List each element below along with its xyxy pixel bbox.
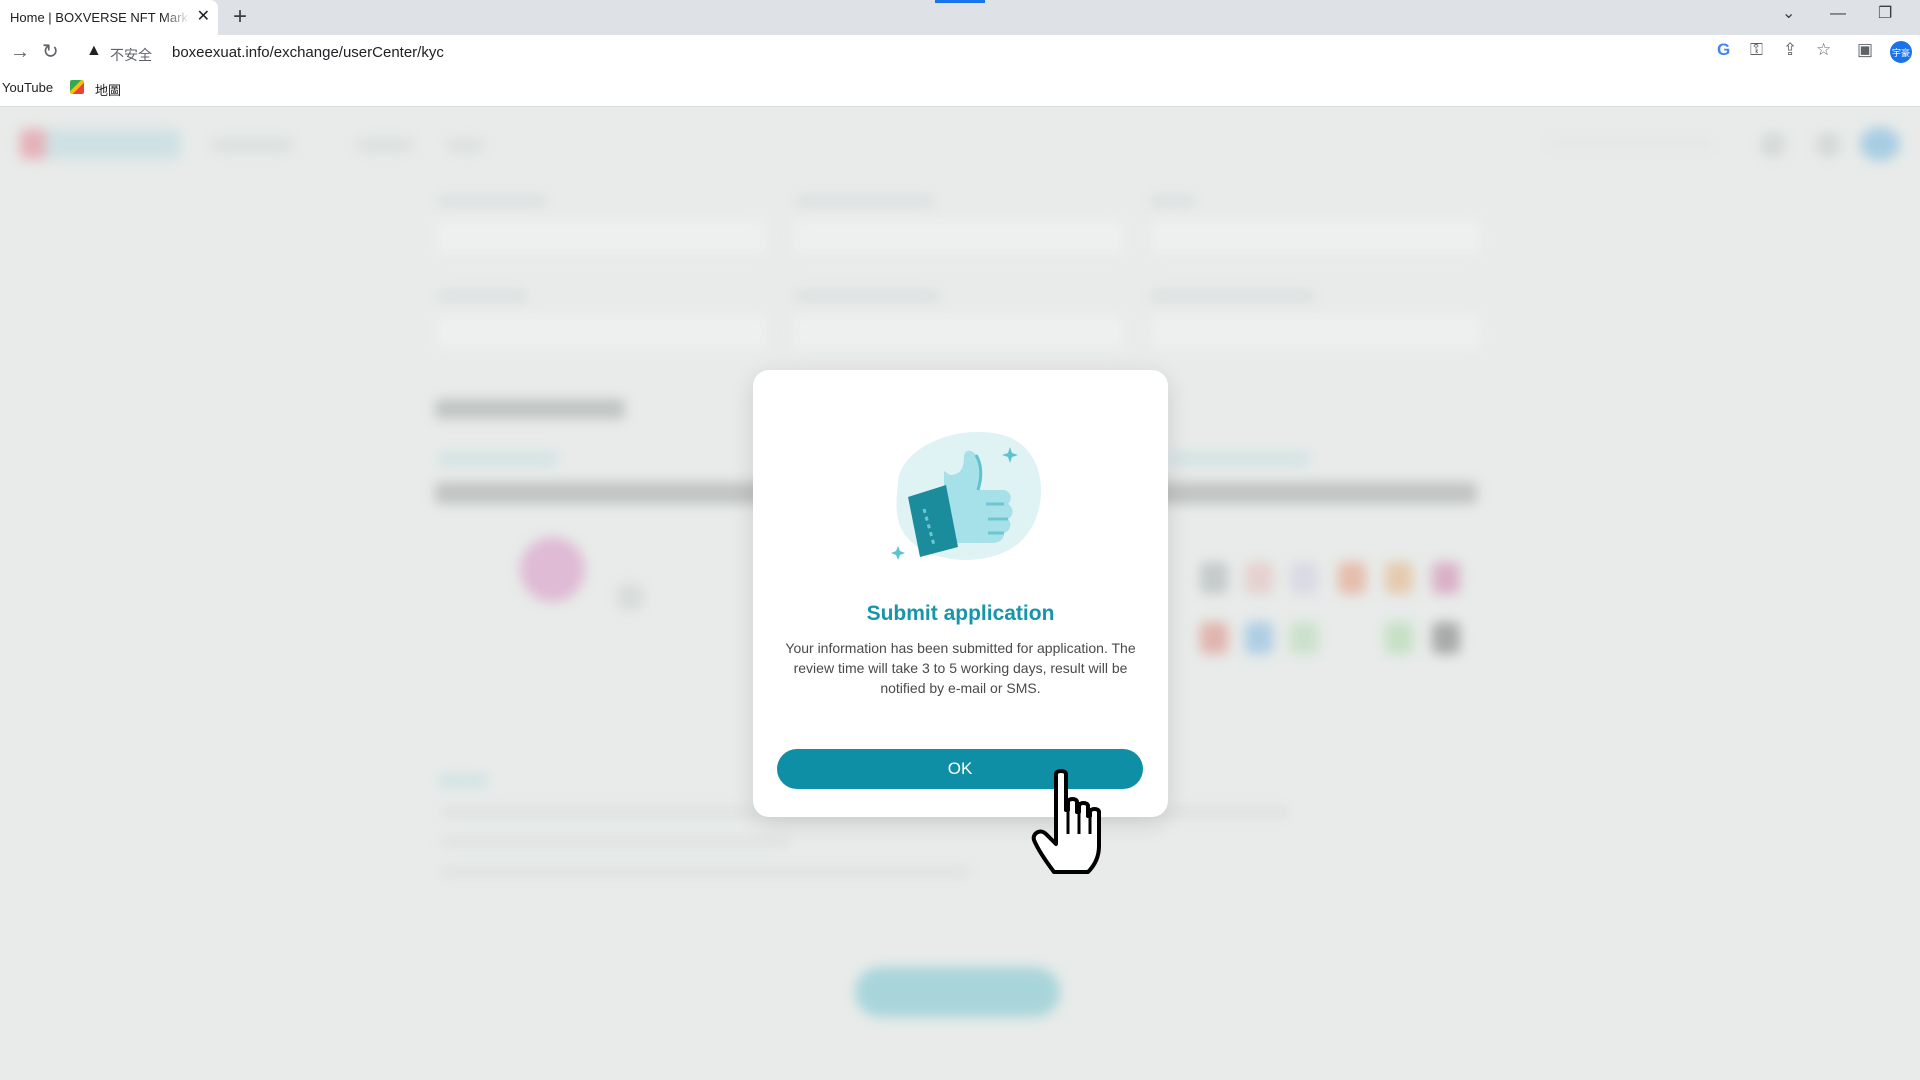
hand-pointer-cursor-icon bbox=[1031, 769, 1101, 874]
security-status: 不安全 bbox=[110, 47, 152, 63]
dialog-title: Submit application bbox=[866, 602, 1055, 625]
tab-strip: Home | BOXVERSE NFT Market ✕ + ⌄ — ❐ bbox=[0, 0, 1920, 35]
bookmark-star-icon[interactable]: ☆ bbox=[1816, 40, 1831, 60]
new-tab-button[interactable]: + bbox=[233, 4, 247, 30]
bookmark-maps[interactable]: 地圖 bbox=[95, 80, 121, 99]
share-icon[interactable]: ⇪ bbox=[1783, 40, 1797, 60]
minimize-window-button[interactable]: — bbox=[1830, 4, 1846, 24]
restore-window-button[interactable]: ❐ bbox=[1878, 4, 1892, 24]
maps-icon bbox=[70, 80, 84, 94]
profile-avatar[interactable]: 宇豪 bbox=[1890, 41, 1912, 63]
browser-toolbar: → ↻ ▲ 不安全 boxeexuat.info/exchange/userCe… bbox=[0, 35, 1920, 72]
thumbs-up-icon bbox=[891, 431, 1042, 560]
reload-icon[interactable]: ↻ bbox=[42, 41, 59, 63]
warning-icon[interactable]: ▲ bbox=[86, 42, 102, 60]
bookmark-youtube[interactable]: YouTube bbox=[2, 80, 53, 95]
password-key-icon[interactable]: ⚿ bbox=[1750, 40, 1763, 60]
side-panel-icon[interactable]: ▣ bbox=[1857, 40, 1873, 60]
submit-application-dialog: Submit application Your information has … bbox=[753, 370, 1168, 817]
forward-icon[interactable]: → bbox=[10, 41, 30, 63]
google-translate-icon[interactable]: G bbox=[1717, 40, 1730, 60]
address-bar[interactable]: ▲ 不安全 boxeexuat.info/exchange/userCenter… bbox=[80, 39, 1500, 68]
loading-indicator bbox=[935, 0, 985, 3]
browser-tab-active[interactable]: Home | BOXVERSE NFT Market ✕ bbox=[0, 0, 218, 35]
bookmarks-bar: YouTube 地圖 bbox=[0, 72, 1920, 107]
close-tab-icon[interactable]: ✕ bbox=[197, 8, 210, 26]
dialog-message: Your information has been submitted for … bbox=[785, 640, 1136, 696]
tab-title: Home | BOXVERSE NFT Market bbox=[10, 10, 190, 25]
tab-search-icon[interactable]: ⌄ bbox=[1782, 4, 1795, 24]
url-text[interactable]: boxeexuat.info/exchange/userCenter/kyc bbox=[172, 44, 444, 61]
